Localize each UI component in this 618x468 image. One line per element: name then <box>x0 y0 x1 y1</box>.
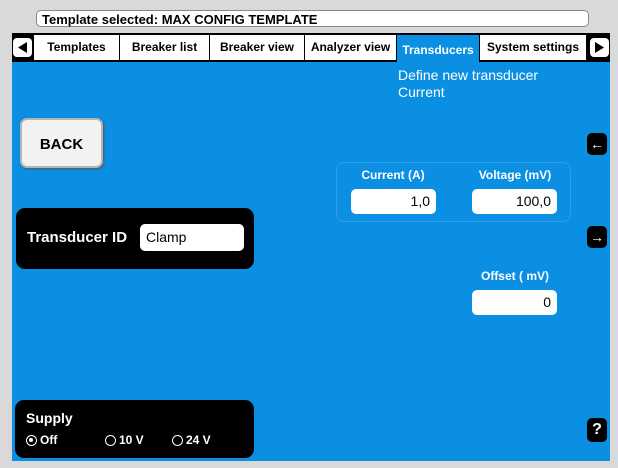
next-button[interactable]: → <box>587 226 607 248</box>
back-button[interactable]: BACK <box>20 118 103 168</box>
supply-option-10v[interactable]: 10 V <box>105 433 144 447</box>
supply-panel: Supply Off 10 V 24 V <box>15 400 254 458</box>
chevron-left-icon <box>13 38 32 57</box>
chevron-right-icon <box>590 38 609 57</box>
page-subtitle: Define new transducer <box>398 67 539 83</box>
transducer-type-label: Current <box>398 84 445 100</box>
tab-breaker-view[interactable]: Breaker view <box>210 35 305 60</box>
transducer-id-input[interactable]: Clamp <box>140 224 244 251</box>
previous-button[interactable]: ← <box>587 133 607 155</box>
help-button[interactable]: ? <box>587 418 607 442</box>
arrow-right-icon: → <box>590 229 604 245</box>
tab-templates[interactable]: Templates <box>34 35 120 60</box>
radio-selected-icon <box>26 435 37 446</box>
tab-scroll-right-button[interactable] <box>588 35 610 60</box>
supply-option-off[interactable]: Off <box>26 433 57 447</box>
offset-input[interactable]: 0 <box>472 290 557 315</box>
tab-analyzer-view[interactable]: Analyzer view <box>305 35 397 60</box>
help-icon: ? <box>592 421 602 438</box>
supply-title: Supply <box>26 410 73 426</box>
transducer-definition-panel: Define new transducer Current BACK ← → ?… <box>12 62 610 461</box>
supply-option-24v[interactable]: 24 V <box>172 433 211 447</box>
arrow-left-icon: ← <box>590 136 604 152</box>
template-selected-bar: Template selected: MAX CONFIG TEMPLATE <box>36 10 589 27</box>
transducer-id-label: Transducer ID <box>27 229 128 246</box>
tab-bar: Templates Breaker list Breaker view Anal… <box>12 33 610 62</box>
tab-scroll-left-button[interactable] <box>12 35 34 60</box>
app-window: Template selected: MAX CONFIG TEMPLATE T… <box>0 0 618 468</box>
radio-unselected-icon <box>172 435 183 446</box>
tab-breaker-list[interactable]: Breaker list <box>120 35 210 60</box>
transducer-id-panel: Transducer ID Clamp <box>16 208 254 269</box>
offset-label: Offset ( mV) <box>480 269 549 283</box>
tab-transducers[interactable]: Transducers <box>397 35 480 62</box>
current-input[interactable]: 1,0 <box>351 189 436 214</box>
current-label: Current (A) <box>361 168 425 182</box>
template-selected-label: Template selected: MAX CONFIG TEMPLATE <box>42 12 318 27</box>
voltage-input[interactable]: 100,0 <box>472 189 557 214</box>
voltage-label: Voltage (mV) <box>478 168 552 182</box>
tab-system-settings[interactable]: System settings <box>480 35 587 60</box>
radio-unselected-icon <box>105 435 116 446</box>
